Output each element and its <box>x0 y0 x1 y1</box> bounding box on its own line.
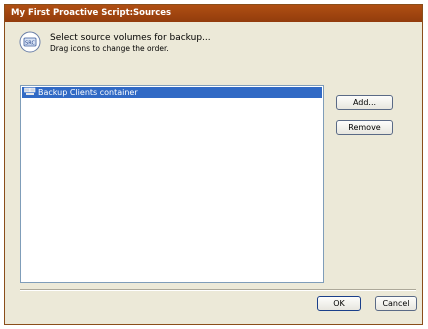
header-title: Select source volumes for backup... <box>50 33 211 43</box>
window-title: My First Proactive Script:Sources <box>5 5 422 22</box>
header-subtitle: Drag icons to change the order. <box>50 44 169 53</box>
list-item-label: Backup Clients container <box>38 88 138 97</box>
ok-button[interactable]: OK <box>317 296 361 311</box>
remove-button[interactable]: Remove <box>336 120 393 135</box>
sources-icon: SRC <box>19 31 41 53</box>
sources-dialog: My First Proactive Script:Sources SRC Se… <box>4 4 423 325</box>
svg-text:SRC: SRC <box>25 40 35 46</box>
divider <box>20 289 416 291</box>
cancel-button[interactable]: Cancel <box>375 296 417 311</box>
add-button[interactable]: Add... <box>336 95 393 110</box>
source-list[interactable]: Backup Clients container <box>20 85 324 283</box>
list-item[interactable]: Backup Clients container <box>22 87 322 98</box>
clients-container-icon <box>24 87 36 95</box>
